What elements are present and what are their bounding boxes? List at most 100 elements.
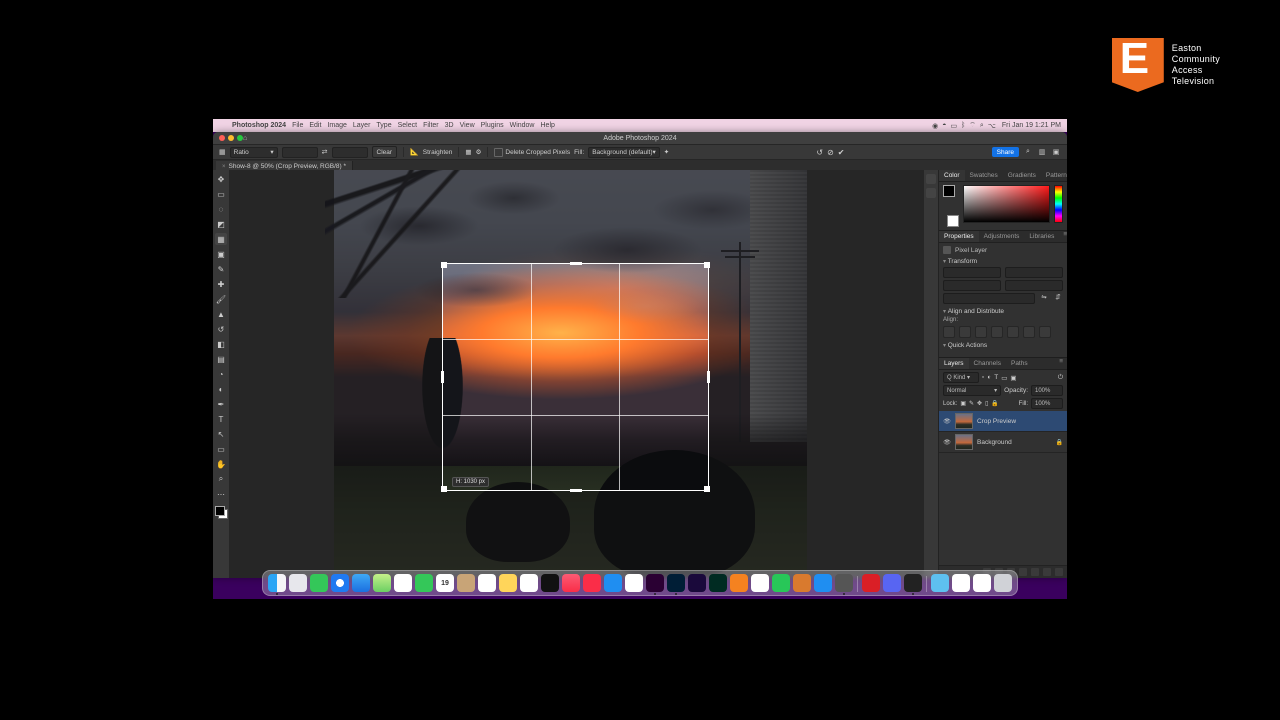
dock-safari-icon[interactable]: [331, 574, 349, 592]
shape-tool-icon[interactable]: ▭: [215, 443, 227, 455]
dock-reminders-icon[interactable]: [478, 574, 496, 592]
align-bottom-icon[interactable]: [1023, 326, 1035, 338]
menu-window[interactable]: Window: [510, 122, 535, 129]
flip-h-icon[interactable]: ⇋: [1039, 293, 1049, 304]
window-close-icon[interactable]: [219, 135, 225, 141]
stamp-tool-icon[interactable]: ▲: [215, 308, 227, 320]
section-align[interactable]: Align and Distribute: [943, 308, 1063, 315]
frame-tool-icon[interactable]: ▣: [215, 248, 227, 260]
overlay-options-icon[interactable]: ▦: [465, 148, 471, 156]
hue-slider[interactable]: [1054, 185, 1063, 223]
menu-select[interactable]: Select: [398, 122, 417, 129]
dock-contacts-icon[interactable]: [457, 574, 475, 592]
history-brush-tool-icon[interactable]: ↺: [215, 323, 227, 335]
crop-rectangle[interactable]: [442, 263, 709, 491]
document[interactable]: H: 1030 px: [334, 170, 807, 570]
window-minimize-icon[interactable]: [228, 135, 234, 141]
ratio-height-field[interactable]: [332, 147, 368, 158]
menu-view[interactable]: View: [460, 122, 475, 129]
dock-photos-icon[interactable]: [394, 574, 412, 592]
status-wifi-icon[interactable]: ⌔: [969, 121, 976, 130]
dock-messages-icon[interactable]: [310, 574, 328, 592]
tab-libraries[interactable]: Libraries: [1024, 231, 1059, 242]
transform-x-field[interactable]: [1005, 267, 1063, 278]
align-more-icon[interactable]: [1039, 326, 1051, 338]
dock-downloads-folder-icon[interactable]: [931, 574, 949, 592]
layer-name[interactable]: Background: [977, 439, 1012, 446]
cancel-crop-icon[interactable]: ⊘: [827, 148, 834, 157]
canvas-area[interactable]: H: 1030 px: [230, 170, 923, 578]
dock-appstore-icon[interactable]: [814, 574, 832, 592]
status-control-center-icon[interactable]: ⌥: [988, 122, 996, 130]
marquee-tool-icon[interactable]: ▭: [215, 188, 227, 200]
layer-thumbnail[interactable]: [955, 434, 973, 450]
clear-ratio-button[interactable]: Clear: [372, 146, 398, 158]
collapsed-panel-icon[interactable]: [926, 188, 936, 198]
dock-news-icon[interactable]: [583, 574, 601, 592]
align-vcenter-icon[interactable]: [1007, 326, 1019, 338]
menu-edit[interactable]: Edit: [309, 122, 321, 129]
dock-settings-icon[interactable]: [835, 574, 853, 592]
dock-dropbox-icon[interactable]: [604, 574, 622, 592]
home-icon[interactable]: ⌂: [243, 135, 247, 142]
flip-v-icon[interactable]: ⇵: [1053, 293, 1063, 304]
tab-layers[interactable]: Layers: [939, 358, 969, 369]
dock-mediaencoder-icon[interactable]: [688, 574, 706, 592]
swap-dimensions-icon[interactable]: ⇄: [322, 148, 328, 156]
filter-pixel-icon[interactable]: ▫: [982, 374, 984, 381]
fill-field[interactable]: 100%: [1031, 398, 1063, 409]
eyedropper-tool-icon[interactable]: ✎: [215, 263, 227, 275]
lock-pixels-icon[interactable]: ✎: [969, 400, 974, 407]
collapsed-panel-icon[interactable]: [926, 174, 936, 184]
type-tool-icon[interactable]: T: [215, 413, 227, 425]
filter-adjust-icon[interactable]: ◐: [987, 374, 991, 381]
panel-menu-icon[interactable]: ≡: [1055, 358, 1067, 369]
blur-tool-icon[interactable]: ◔: [215, 368, 227, 380]
transform-y-field[interactable]: [1005, 280, 1063, 291]
transform-h-field[interactable]: [943, 280, 1001, 291]
crop-handle-r[interactable]: [707, 371, 710, 383]
dock-recent-doc-icon[interactable]: [952, 574, 970, 592]
status-bt-icon[interactable]: ᛒ: [961, 122, 965, 129]
lasso-tool-icon[interactable]: ◌: [215, 203, 227, 215]
fg-bg-color-swatch[interactable]: [215, 506, 228, 519]
dock-chrome-icon[interactable]: [625, 574, 643, 592]
workspace-switcher-icon[interactable]: ▥: [1037, 147, 1047, 157]
search-icon[interactable]: ⌕: [1023, 147, 1033, 157]
align-hcenter-icon[interactable]: [959, 326, 971, 338]
hand-tool-icon[interactable]: ✋: [215, 458, 227, 470]
layer-item-background[interactable]: 👁 Background 🔒: [939, 432, 1067, 453]
layer-item-crop-preview[interactable]: 👁 Crop Preview: [939, 411, 1067, 432]
path-select-tool-icon[interactable]: ↖: [215, 428, 227, 440]
edit-toolbar-icon[interactable]: ⋯: [215, 488, 227, 500]
menu-type[interactable]: Type: [376, 122, 391, 129]
crop-handle-l[interactable]: [441, 371, 444, 383]
arrange-panels-icon[interactable]: ▣: [1051, 147, 1061, 157]
section-transform[interactable]: Transform: [943, 258, 1063, 265]
dock-mail-icon[interactable]: [352, 574, 370, 592]
menu-image[interactable]: Image: [327, 122, 346, 129]
lock-artboard-icon[interactable]: ▯: [985, 400, 988, 407]
menu-plugins[interactable]: Plugins: [481, 122, 504, 129]
crop-settings-icon[interactable]: ⚙: [476, 148, 482, 156]
dock-premiere-icon[interactable]: [646, 574, 664, 592]
tab-channels[interactable]: Channels: [969, 358, 1006, 369]
menu-help[interactable]: Help: [541, 122, 555, 129]
dodge-tool-icon[interactable]: ◐: [215, 383, 227, 395]
dock-tv-icon[interactable]: [541, 574, 559, 592]
dock-creativecloud-icon[interactable]: [862, 574, 880, 592]
tab-patterns[interactable]: Patterns: [1041, 170, 1067, 181]
status-display-icon[interactable]: ▭: [950, 122, 957, 130]
ratio-width-field[interactable]: [282, 147, 318, 158]
window-traffic-lights[interactable]: [219, 135, 243, 141]
panel-menu-icon[interactable]: ≡: [1059, 231, 1067, 242]
dock-recent-screenshot-icon[interactable]: [973, 574, 991, 592]
eraser-tool-icon[interactable]: ◧: [215, 338, 227, 350]
straighten-icon[interactable]: 📐: [410, 148, 419, 156]
lock-all-icon[interactable]: ▣: [960, 400, 966, 407]
menubar-clock[interactable]: Fri Jan 19 1:21 PM: [1002, 122, 1061, 129]
dock-vlc-icon[interactable]: [730, 574, 748, 592]
blend-mode-dropdown[interactable]: Normal▾: [943, 385, 1001, 396]
dock-obs-icon[interactable]: [904, 574, 922, 592]
tab-color[interactable]: Color: [939, 170, 965, 181]
